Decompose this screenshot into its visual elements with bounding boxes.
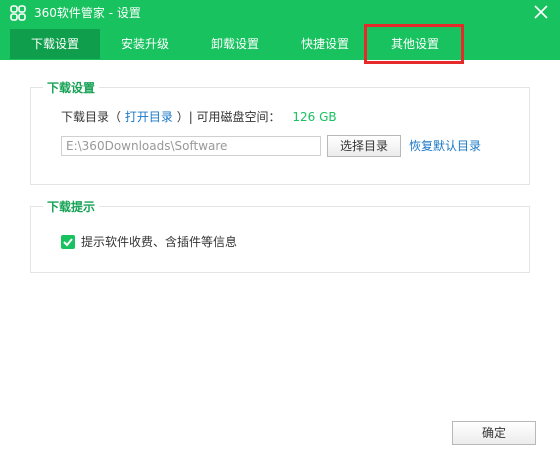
tips-checkbox-label: 提示软件收费、含插件等信息	[81, 235, 238, 249]
close-icon[interactable]	[534, 5, 548, 19]
download-tips-title: 下载提示	[43, 199, 100, 215]
tab-uninstall-settings[interactable]: 卸载设置	[190, 29, 280, 59]
checkmark-icon	[63, 238, 73, 247]
highlight-box	[364, 24, 464, 64]
restore-default-link[interactable]: 恢复默认目录	[409, 138, 481, 154]
tab-download-settings[interactable]: 下载设置	[10, 29, 100, 59]
tab-shortcut-settings[interactable]: 快捷设置	[280, 29, 370, 59]
title-bar: 360软件管家 - 设置 下载设置 安装升级 卸载设置 快捷设置 其他设置	[0, 0, 560, 60]
download-dir-row: 下载目录（ 打开目录 ）| 可用磁盘空间： 126 GB	[61, 109, 337, 125]
download-settings-title: 下载设置	[43, 80, 100, 96]
app-logo-icon	[10, 5, 26, 21]
ok-button[interactable]: 确定	[452, 421, 536, 445]
open-dir-link[interactable]: 打开目录	[125, 110, 173, 124]
tips-checkbox[interactable]	[61, 235, 75, 249]
choose-dir-button[interactable]: 选择目录	[327, 135, 401, 157]
window-title: 360软件管家 - 设置	[34, 6, 141, 20]
download-settings-group: 下载设置 下载目录（ 打开目录 ）| 可用磁盘空间： 126 GB 选择目录 恢…	[30, 80, 530, 185]
tab-install-upgrade[interactable]: 安装升级	[100, 29, 190, 59]
free-space-value: 126 GB	[292, 110, 337, 124]
download-dir-label: 下载目录（	[61, 110, 122, 124]
download-path-input[interactable]	[61, 136, 321, 156]
free-space-label: ）| 可用磁盘空间：	[176, 110, 281, 124]
download-tips-group: 下载提示 提示软件收费、含插件等信息	[30, 199, 530, 273]
